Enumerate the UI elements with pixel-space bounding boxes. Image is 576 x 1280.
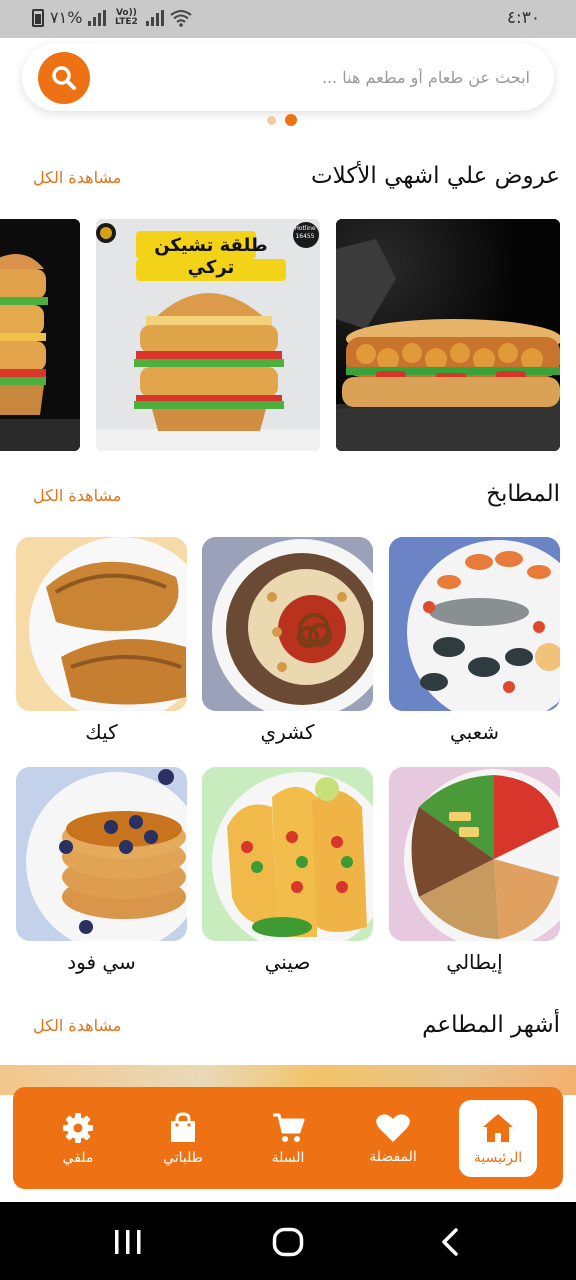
sub-sandwich-image xyxy=(336,219,560,451)
seafood-plate-image xyxy=(389,537,560,711)
hotline-label: Hotline xyxy=(294,225,316,232)
hotline-badge: Hotline 16455 xyxy=(292,225,318,241)
nav-favorites-label: المفضلة xyxy=(369,1148,417,1165)
carousel-dots xyxy=(267,114,297,126)
offer-banner-text: طلقة تشيكن تركي xyxy=(154,235,268,278)
cuisine-label-shaabi: شعبي xyxy=(449,720,500,744)
gear-icon xyxy=(63,1112,93,1143)
battery-level: ٧١% xyxy=(50,8,83,27)
cuisines-see-all-link[interactable]: مشاهدة الكل xyxy=(33,486,121,505)
burger-stack-image xyxy=(0,219,80,451)
croissant-plate-image xyxy=(16,537,187,711)
wifi-icon xyxy=(170,9,193,27)
search-icon xyxy=(52,66,76,90)
mixed-plate-image xyxy=(389,767,560,941)
cuisine-label-koshary: كشري xyxy=(260,720,315,744)
offer-card-burger[interactable]: طلقة تشيكن تركي Hotline 16455 xyxy=(96,219,320,451)
cuisine-card-koshary[interactable] xyxy=(202,537,373,711)
battery-icon xyxy=(32,8,44,27)
offer-card-burger-stack[interactable] xyxy=(0,219,80,451)
nav-profile[interactable]: ملفي xyxy=(39,1100,117,1177)
cuisine-card-chinese[interactable] xyxy=(202,767,373,941)
nav-home[interactable]: الرئيسية xyxy=(459,1100,537,1177)
search-bar[interactable] xyxy=(22,43,554,111)
search-button[interactable] xyxy=(38,52,90,104)
carousel-dot-active[interactable] xyxy=(285,114,297,126)
status-icons: ٧١% Vo)) LTE2 xyxy=(32,7,193,27)
tacos-plate-image xyxy=(202,767,373,941)
signal-icon-2 xyxy=(146,9,165,26)
cuisine-card-italian[interactable] xyxy=(389,767,560,941)
offers-see-all-link[interactable]: مشاهدة الكل xyxy=(33,168,121,187)
system-navigation-bar xyxy=(0,1202,576,1280)
nav-favorites[interactable]: المفضلة xyxy=(354,1100,432,1177)
clock: ٤:٣٠ xyxy=(506,8,540,28)
cuisine-label-italian: إيطالي xyxy=(446,950,503,974)
nav-profile-label: ملفي xyxy=(62,1149,94,1166)
bottom-nav: الرئيسية المفضلة السلة طلباتي ملفي xyxy=(13,1087,563,1189)
cuisine-card-seafood[interactable] xyxy=(16,767,187,941)
home-button-icon[interactable] xyxy=(272,1227,304,1257)
cuisine-card-cake[interactable] xyxy=(16,537,187,711)
recent-apps-icon[interactable] xyxy=(114,1229,142,1255)
bag-icon xyxy=(171,1111,195,1142)
network-type: Vo)) LTE2 xyxy=(114,7,138,27)
cart-icon xyxy=(273,1113,305,1142)
offer-card-sub-sandwich[interactable] xyxy=(336,219,560,451)
nav-orders-label: طلباتي xyxy=(163,1149,203,1166)
cuisine-label-cake: كيك xyxy=(85,720,118,744)
cuisine-label-chinese: صيني xyxy=(264,950,311,974)
signal-icon xyxy=(88,9,107,26)
nav-cart[interactable]: السلة xyxy=(249,1100,327,1177)
carousel-dot[interactable] xyxy=(267,115,276,125)
pancakes-plate-image xyxy=(16,767,187,941)
heart-icon xyxy=(376,1113,410,1142)
hotline-number: 16455 xyxy=(295,233,315,240)
cuisines-title: المطابخ xyxy=(486,481,560,507)
koshary-plate-image xyxy=(202,537,373,711)
search-input[interactable] xyxy=(120,62,530,92)
nav-cart-label: السلة xyxy=(271,1149,305,1166)
nav-orders[interactable]: طلباتي xyxy=(144,1100,222,1177)
restaurants-title: أشهر المطاعم xyxy=(422,1012,560,1038)
back-icon[interactable] xyxy=(440,1228,460,1256)
offers-title: عروض علي اشهي الأكلات xyxy=(310,163,560,189)
restaurants-see-all-link[interactable]: مشاهدة الكل xyxy=(33,1016,121,1035)
cuisine-label-seafood: سي فود xyxy=(67,950,136,974)
home-icon xyxy=(483,1113,513,1142)
cuisine-card-shaabi[interactable] xyxy=(389,537,560,711)
status-bar: ٧١% Vo)) LTE2 ٤:٣٠ xyxy=(0,0,576,38)
nav-home-label: الرئيسية xyxy=(473,1149,523,1166)
